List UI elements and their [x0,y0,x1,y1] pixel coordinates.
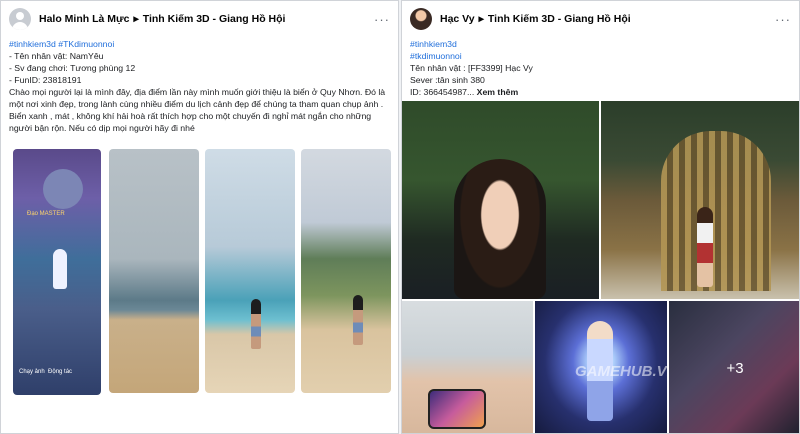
funid-line: - FunID: 23818191 [9,75,82,85]
group-name[interactable]: Tinh Kiếm 3D - Giang Hồ Hội [143,13,286,25]
gallery-photo-3[interactable] [402,301,533,433]
person-figure [251,299,261,349]
id-line: ID: 366454987... Xem thêm [410,87,519,97]
see-more-link[interactable]: Xem thêm [477,87,519,97]
more-photos-count: +3 [726,359,744,377]
game-boss-figure [43,169,83,209]
watermark: GAMEHUB.VN [575,363,667,380]
game-character [53,249,67,289]
author-name[interactable]: Halo Minh Là Mực [39,13,129,25]
server-line: Sever :tân sinh 380 [410,75,485,85]
gallery-photo-5[interactable]: +3 [669,301,799,433]
game-chat-label: Chạy ảnh Động tác [19,369,73,375]
author-name[interactable]: Hạc Vy [440,13,475,25]
beach-photo-3[interactable] [301,149,391,393]
gallery-photo-4[interactable]: GAMEHUB.VN [535,301,667,433]
post-right: Hạc Vy ▸ Tinh Kiếm 3D - Giang Hồ Hội ···… [401,0,800,434]
phone-figure [428,389,486,429]
game-screenshot[interactable]: Đạo MASTER Chạy ảnh Động tác [13,149,101,395]
post-left: Halo Minh Là Mực ▸ Tinh Kiếm 3D - Giang … [0,0,399,434]
beach-photo-2[interactable] [205,149,295,393]
more-photos-overlay[interactable]: +3 [669,301,799,433]
gallery-photo-2[interactable] [601,101,799,299]
triangle-right-icon: ▸ [478,13,484,25]
more-options-icon[interactable]: ··· [374,13,390,26]
post-message: Chào mọi người lại là mình đây, địa điểm… [9,87,386,133]
triangle-right-icon: ▸ [133,13,139,25]
beach-photo-1[interactable] [109,149,199,393]
hashtag[interactable]: #tinhkiem3d [410,38,789,50]
server-line: - Sv đang chơi: Tương phùng 12 [9,63,136,73]
photo-gallery: GAMEHUB.VN +3 [402,101,799,433]
character-name-line: - Tên nhân vật: NamYêu [9,51,104,61]
avatar[interactable] [410,8,432,30]
hashtags[interactable]: #tinhkiem3d #TKdimuonnoi [9,38,388,50]
person-figure [697,207,713,287]
post-header: Halo Minh Là Mực ▸ Tinh Kiếm 3D - Giang … [9,7,390,31]
gallery-photo-1[interactable] [402,101,599,299]
hashtag[interactable]: #tkdimuonnoi [410,50,789,62]
more-options-icon[interactable]: ··· [775,13,791,26]
group-name[interactable]: Tinh Kiếm 3D - Giang Hồ Hội [488,13,631,25]
gate-figure [661,131,771,291]
character-name-line: Tên nhân vật : [FF3399] Hạc Vy [410,63,533,73]
game-name-label: Đạo MASTER [27,211,65,217]
post-body: #tinhkiem3d #tkdimuonnoi Tên nhân vật : … [410,38,789,98]
post-body: #tinhkiem3d #TKdimuonnoi - Tên nhân vật:… [9,38,388,134]
post-header: Hạc Vy ▸ Tinh Kiếm 3D - Giang Hồ Hội ··· [410,7,791,31]
portrait-figure [454,159,546,299]
avatar[interactable] [9,8,31,30]
person-figure [353,295,363,345]
